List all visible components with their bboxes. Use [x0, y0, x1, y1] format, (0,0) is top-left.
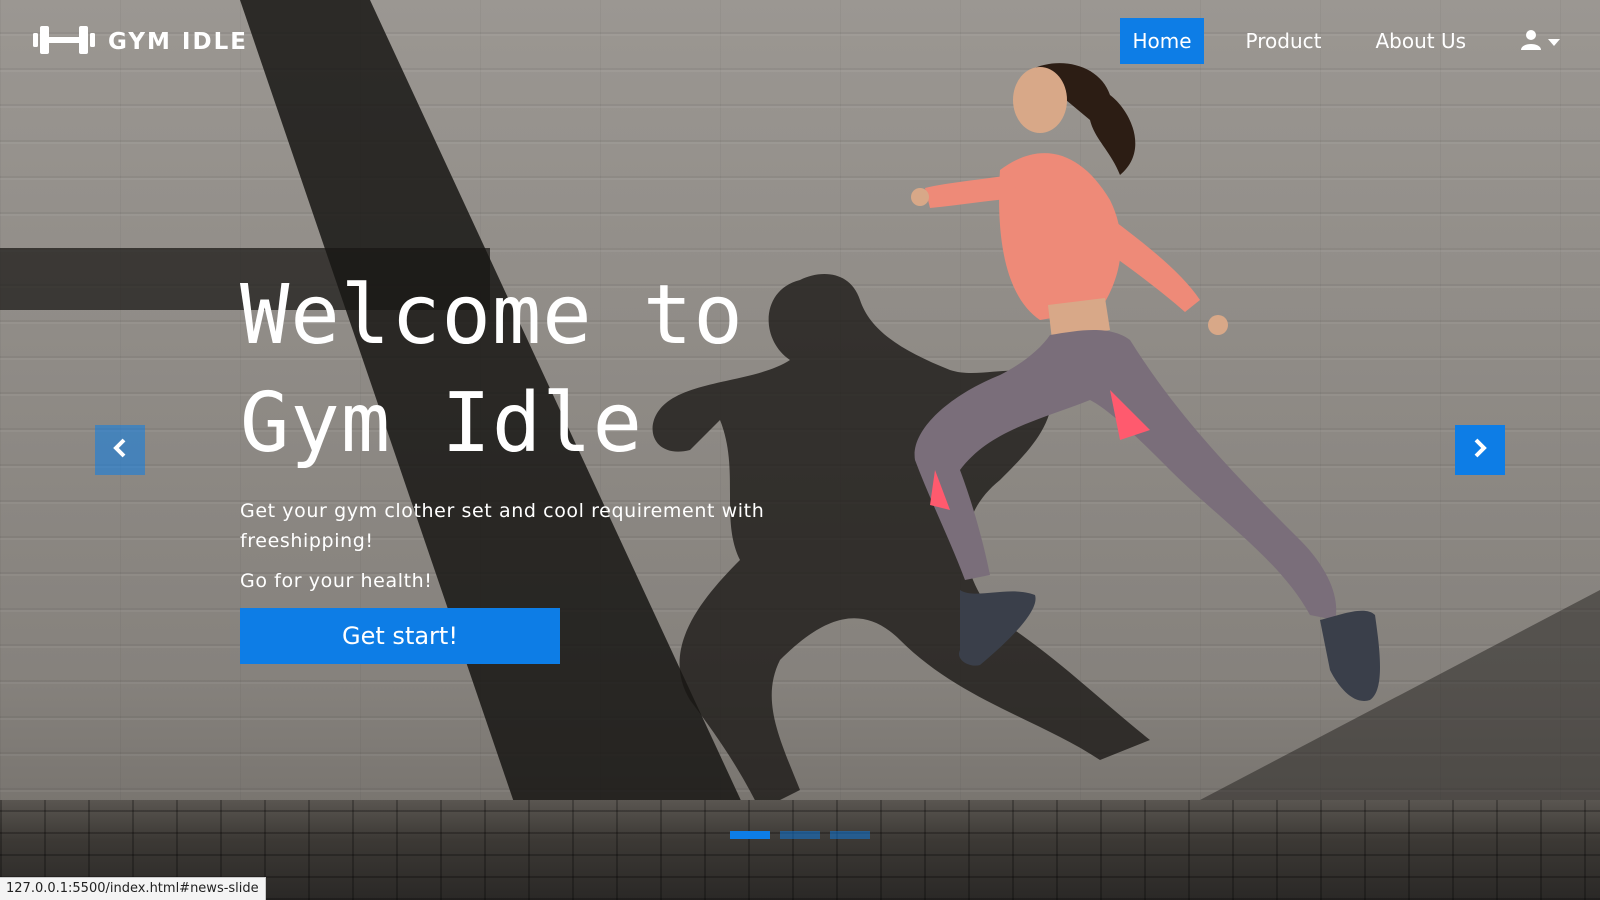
- carousel-indicator-3[interactable]: [830, 831, 870, 839]
- hero-caption: Welcome to Gym Idle Get your gym clother…: [240, 262, 800, 664]
- nav-link-home[interactable]: Home: [1120, 18, 1204, 64]
- hero-title-line-2: Gym Idle: [240, 376, 643, 471]
- get-start-button[interactable]: Get start!: [240, 608, 560, 664]
- status-bar-url: 127.0.0.1:5500/index.html#news-slide: [0, 877, 266, 900]
- hero-subtitle: Get your gym clother set and cool requir…: [240, 500, 765, 552]
- hero-title-line-1: Welcome to: [240, 268, 744, 363]
- chevron-left-icon: [112, 438, 128, 462]
- nav-link-product[interactable]: Product: [1234, 18, 1334, 64]
- user-menu-dropdown[interactable]: [1520, 18, 1560, 64]
- carousel-indicator-2[interactable]: [780, 831, 820, 839]
- carousel-indicator-1[interactable]: [730, 831, 770, 839]
- chevron-right-icon: [1472, 438, 1488, 462]
- caret-down-icon: [1548, 32, 1560, 51]
- dumbbell-icon: [32, 20, 96, 64]
- carousel-indicators: [730, 831, 870, 839]
- carousel-next-button[interactable]: [1455, 425, 1505, 475]
- nav-link-about-us[interactable]: About Us: [1363, 18, 1478, 64]
- brand-logo[interactable]: GYM IDLE: [32, 20, 248, 64]
- hero-tagline: Go for your health!: [240, 570, 433, 592]
- top-navbar: GYM IDLE Home Product About Us: [0, 0, 1600, 82]
- hero-title: Welcome to Gym Idle: [240, 262, 800, 478]
- user-icon: [1520, 28, 1542, 54]
- nav-links: Home Product About Us: [1090, 18, 1560, 64]
- carousel-prev-button[interactable]: [95, 425, 145, 475]
- brand-name: GYM IDLE: [108, 29, 248, 55]
